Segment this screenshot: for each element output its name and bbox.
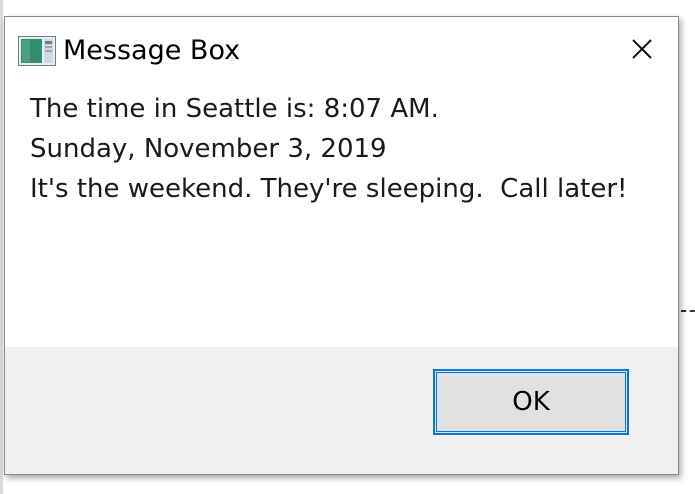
ok-button[interactable]: OK (433, 369, 629, 435)
button-footer: OK (5, 347, 678, 474)
background-dashed-line (681, 310, 695, 314)
close-button[interactable] (620, 31, 664, 71)
message-content (5, 87, 678, 347)
background-window-edge (0, 0, 3, 494)
page: Message Box The time in Seattle is: 8:07… (0, 0, 695, 494)
message-line-date: Sunday, November 3, 2019 (30, 134, 387, 164)
close-icon (631, 38, 653, 64)
message-line-time: The time in Seattle is: 8:07 AM. (30, 94, 439, 124)
window-title: Message Box (63, 35, 241, 66)
message-box-dialog: Message Box The time in Seattle is: 8:07… (4, 16, 679, 475)
application-window-icon (18, 36, 56, 66)
ok-button-label: OK (512, 387, 550, 417)
title-bar[interactable]: Message Box (5, 17, 678, 87)
message-line-note: It's the weekend. They're sleeping. Call… (30, 174, 628, 204)
